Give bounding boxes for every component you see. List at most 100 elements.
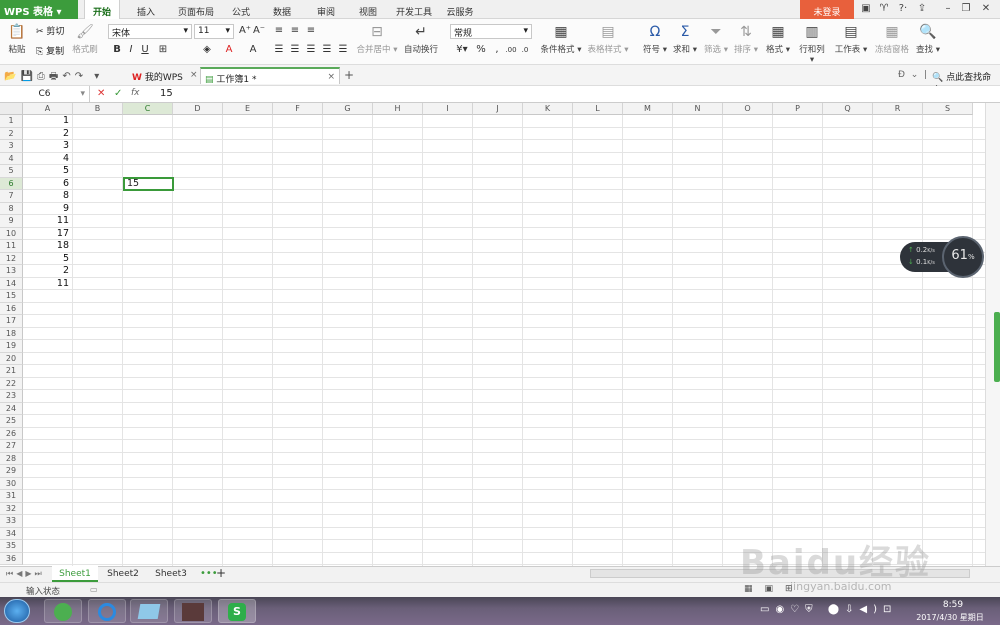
column-header[interactable]: J bbox=[473, 103, 523, 115]
decrease-decimal-icon[interactable]: .0 bbox=[518, 43, 532, 57]
currency-icon[interactable]: ¥▾ bbox=[452, 43, 472, 57]
thousands-icon[interactable]: , bbox=[490, 43, 504, 57]
row-header[interactable]: 18 bbox=[0, 327, 23, 340]
cell-a[interactable]: 11 bbox=[23, 278, 69, 290]
menu-tab[interactable]: 公式 bbox=[226, 0, 256, 19]
row-header[interactable]: 2 bbox=[0, 127, 23, 140]
align-center-icon[interactable]: ☰ bbox=[288, 43, 302, 57]
row-header[interactable]: 7 bbox=[0, 190, 23, 203]
row-header[interactable]: 25 bbox=[0, 415, 23, 428]
row-header[interactable]: 21 bbox=[0, 365, 23, 378]
row-col-button[interactable]: ▥ 行和列 ▾ bbox=[796, 24, 828, 65]
column-header[interactable]: P bbox=[773, 103, 823, 115]
fx-icon[interactable]: fx bbox=[131, 88, 140, 98]
worksheet-button[interactable]: ▤ 工作表 ▾ bbox=[834, 24, 868, 55]
freeze-panes-button[interactable]: ▦ 冻结窗格 bbox=[872, 24, 912, 55]
filter-button[interactable]: ⏷ 筛选 ▾ bbox=[702, 24, 730, 55]
confirm-icon[interactable]: ✓ bbox=[114, 88, 122, 99]
row-header[interactable]: 34 bbox=[0, 527, 23, 540]
column-header[interactable]: K bbox=[523, 103, 573, 115]
close-icon[interactable]: ✕ bbox=[978, 0, 994, 19]
clear-format-icon[interactable]: A bbox=[246, 43, 260, 57]
row-header[interactable]: 10 bbox=[0, 227, 23, 240]
merge-center-button[interactable]: ⊟ 合并居中 ▾ bbox=[354, 24, 400, 55]
column-header[interactable]: L bbox=[573, 103, 623, 115]
taskbar-app-3[interactable] bbox=[130, 599, 168, 623]
column-header[interactable]: N bbox=[673, 103, 723, 115]
sheet-nav-icons[interactable]: ⏮◀▶⏭ bbox=[6, 569, 45, 579]
row-header[interactable]: 27 bbox=[0, 440, 23, 453]
distributed-icon[interactable]: ☰ bbox=[336, 43, 350, 57]
font-name-select[interactable]: 宋体 ▾ bbox=[108, 24, 192, 39]
align-middle-icon[interactable]: ≡ bbox=[288, 24, 302, 38]
column-header[interactable]: H bbox=[373, 103, 423, 115]
align-top-icon[interactable]: ≡ bbox=[272, 24, 286, 38]
row-header[interactable]: 4 bbox=[0, 152, 23, 165]
column-header[interactable]: D bbox=[173, 103, 223, 115]
row-header[interactable]: 28 bbox=[0, 452, 23, 465]
align-bottom-icon[interactable]: ≡ bbox=[304, 24, 318, 38]
bold-icon[interactable]: B bbox=[110, 43, 124, 57]
row-header[interactable]: 12 bbox=[0, 252, 23, 265]
row-header[interactable]: 6 bbox=[0, 177, 23, 190]
add-sheet-icon[interactable]: + bbox=[216, 566, 226, 580]
font-color-icon[interactable]: A bbox=[222, 43, 236, 57]
cell-a[interactable]: 5 bbox=[23, 165, 69, 177]
row-header[interactable]: 17 bbox=[0, 315, 23, 328]
row-header[interactable]: 30 bbox=[0, 477, 23, 490]
paste-button[interactable]: 📋 粘贴 bbox=[4, 24, 30, 55]
row-header[interactable]: 23 bbox=[0, 390, 23, 403]
menu-tab[interactable]: 开始 bbox=[84, 0, 120, 19]
shirt-icon[interactable]: ♈ bbox=[876, 0, 892, 19]
row-header[interactable]: 26 bbox=[0, 427, 23, 440]
column-header[interactable]: M bbox=[623, 103, 673, 115]
column-header[interactable]: R bbox=[873, 103, 923, 115]
row-header[interactable]: 24 bbox=[0, 402, 23, 415]
font-size-select[interactable]: 11 ▾ bbox=[194, 24, 234, 39]
fill-color-icon[interactable]: ◈ bbox=[200, 43, 214, 57]
column-header[interactable]: A bbox=[23, 103, 73, 115]
format-painter-button[interactable]: 🖌 格式刷 bbox=[70, 24, 100, 55]
column-header[interactable]: C bbox=[123, 103, 173, 115]
format-button[interactable]: ▦ 格式 ▾ bbox=[764, 24, 792, 55]
symbol-button[interactable]: Ω 符号 ▾ bbox=[642, 24, 668, 55]
cell-a[interactable]: 9 bbox=[23, 203, 69, 215]
grow-font-icon[interactable]: A⁺ bbox=[238, 24, 252, 38]
row-header[interactable]: 14 bbox=[0, 277, 23, 290]
border-icon[interactable]: ⊞ bbox=[156, 43, 170, 57]
row-header[interactable]: 33 bbox=[0, 515, 23, 528]
cell-a[interactable]: 4 bbox=[23, 153, 69, 165]
align-right-icon[interactable]: ☰ bbox=[304, 43, 318, 57]
active-cell[interactable]: 15 bbox=[123, 177, 174, 191]
tray-icons[interactable]: ▭◉♡⛨ ⬤⇩◀)⊡ bbox=[760, 604, 897, 615]
cut-button[interactable]: ✂ 剪切 bbox=[36, 24, 64, 37]
app-menu-button[interactable]: WPS 表格 ▾ bbox=[0, 0, 78, 19]
row-header[interactable]: 22 bbox=[0, 377, 23, 390]
copy-button[interactable]: ⎘ 复制 bbox=[36, 44, 64, 57]
row-header[interactable]: 16 bbox=[0, 302, 23, 315]
cancel-icon[interactable]: ✕ bbox=[97, 88, 105, 99]
menu-tab[interactable]: 视图 bbox=[352, 0, 384, 19]
find-button[interactable]: 🔍 查找 ▾ bbox=[914, 24, 942, 55]
taskbar-wps[interactable]: S bbox=[218, 599, 256, 623]
increase-decimal-icon[interactable]: .00 bbox=[504, 43, 518, 57]
cell-a[interactable]: 1 bbox=[23, 115, 69, 127]
sheet-tab-2[interactable]: Sheet2 bbox=[100, 566, 146, 582]
close-tab-icon[interactable]: × bbox=[190, 70, 198, 80]
formula-input[interactable]: 15 bbox=[160, 88, 173, 99]
number-format-select[interactable]: 常规 ▾ bbox=[450, 24, 532, 39]
column-header[interactable]: S bbox=[923, 103, 973, 115]
row-header[interactable]: 8 bbox=[0, 202, 23, 215]
taskbar-app-1[interactable] bbox=[44, 599, 82, 623]
column-header[interactable]: O bbox=[723, 103, 773, 115]
cell-a[interactable]: 2 bbox=[23, 265, 69, 277]
row-header[interactable]: 20 bbox=[0, 352, 23, 365]
upload-icon[interactable]: ⇪ bbox=[914, 0, 930, 19]
percent-icon[interactable]: % bbox=[474, 43, 488, 57]
row-header[interactable]: 31 bbox=[0, 490, 23, 503]
row-header[interactable]: 32 bbox=[0, 502, 23, 515]
status-macro-icon[interactable]: ▭ bbox=[90, 585, 98, 594]
column-header[interactable]: I bbox=[423, 103, 473, 115]
column-header[interactable]: B bbox=[73, 103, 123, 115]
cell-a[interactable]: 6 bbox=[23, 178, 69, 190]
